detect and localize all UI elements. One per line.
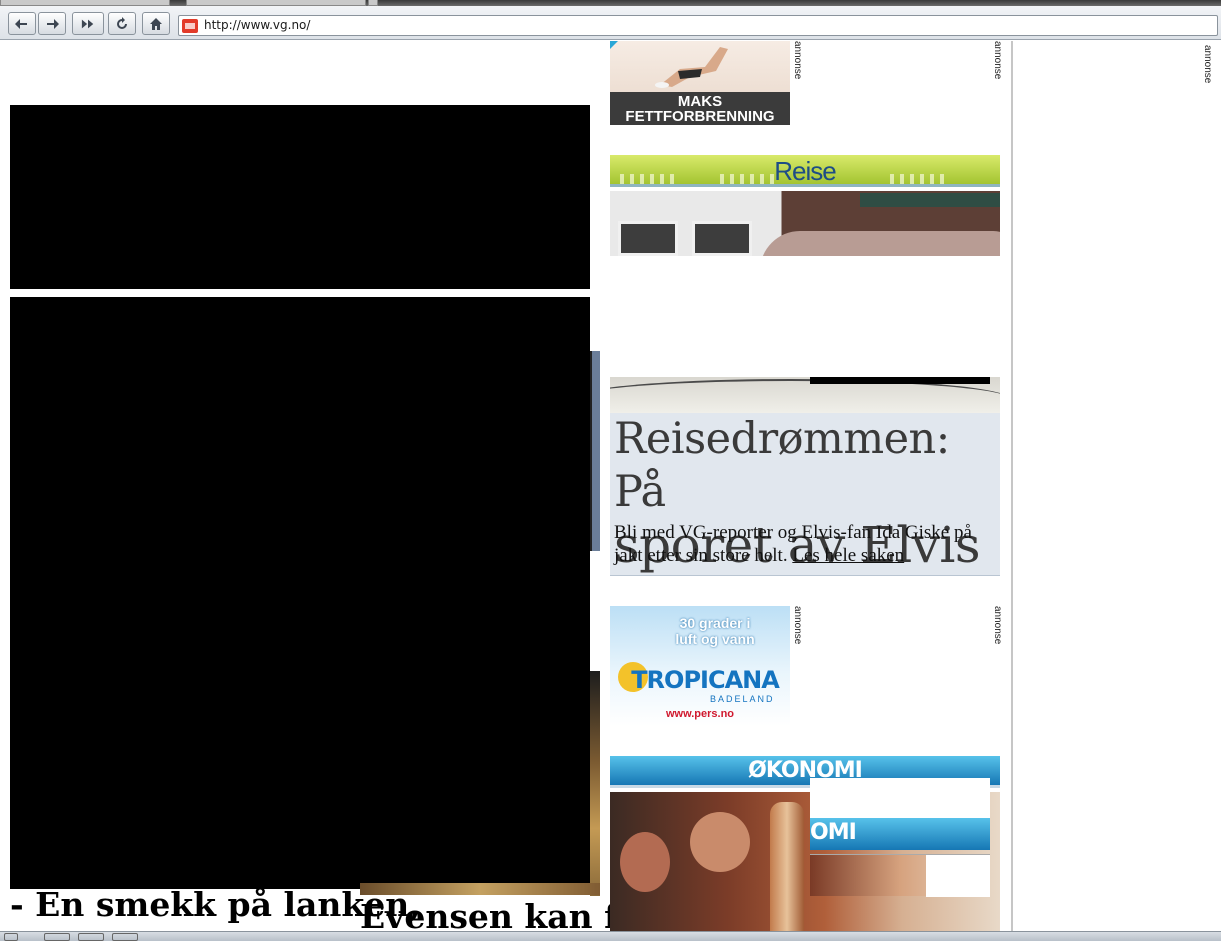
ad-corner-mark: [610, 41, 618, 49]
tropicana-ad[interactable]: 30 grader i luft og vann TROPICANA BADEL…: [610, 606, 790, 726]
address-bar[interactable]: http://www.vg.no/: [178, 15, 1218, 36]
tropicana-ad-url: www.pers.no: [665, 708, 735, 720]
site-favicon-icon: [182, 19, 198, 33]
block-icon[interactable]: [112, 933, 138, 941]
tropicana-ad-headline: 30 grader i luft og vann: [640, 615, 790, 647]
redacted-block-main: [10, 297, 590, 889]
annonse-label: annonse: [992, 606, 1003, 645]
read-more-link[interactable]: Les hele saken: [792, 545, 904, 566]
reise-story-photo[interactable]: [610, 377, 1000, 413]
navigation-toolbar: http://www.vg.no/: [0, 6, 1221, 40]
fitness-ad[interactable]: MAKS FETTFORBRENNING: [610, 41, 790, 125]
article-image-edge: [590, 671, 600, 896]
overlay-blank: [926, 855, 990, 897]
fitness-ad-caption: MAKS FETTFORBRENNING: [610, 92, 790, 125]
article-headline-right[interactable]: Evensen kan få: [360, 897, 640, 931]
photo-person: [690, 812, 750, 872]
reload-icon: [117, 16, 127, 29]
reise-section-banner[interactable]: Reise: [610, 155, 1000, 187]
photo-car-outline: [610, 379, 1000, 413]
photo-bottle: [770, 802, 804, 931]
photo-window: [618, 221, 678, 256]
tropicana-logo: TROPICANA: [631, 666, 780, 694]
annonse-label: annonse: [792, 41, 803, 80]
reise-story-teaser-text: Bli med VG-reporter og Elvis-fan Ida Gis…: [614, 521, 998, 567]
okonomi-photo-fragment: [810, 854, 990, 897]
back-button[interactable]: [8, 12, 36, 35]
photo-car: [760, 231, 1000, 256]
reload-button[interactable]: [108, 12, 136, 35]
okonomi-fragment-title: OMI: [810, 820, 857, 845]
tropicana-headline-line: luft og vann: [675, 631, 755, 647]
annonse-label: annonse: [992, 41, 1003, 80]
okonomi-banner-fragment: OMI: [810, 818, 990, 850]
fitness-caption-line: FETTFORBRENNING: [625, 108, 775, 125]
redacted-block-top: [10, 105, 590, 289]
photo-awning: [860, 193, 1000, 207]
page-content: - En smekk på lanken, Evensen kan få MAK…: [0, 41, 1221, 931]
home-button[interactable]: [142, 12, 170, 35]
fitness-figure-image: [655, 47, 728, 88]
tropicana-headline-line: 30 grader i: [679, 615, 751, 631]
back-icon: [15, 18, 27, 29]
fast-forward-icon: [81, 19, 94, 28]
reise-story-photo[interactable]: [610, 191, 1000, 256]
status-bar: [0, 931, 1221, 941]
photo-window: [692, 221, 752, 256]
photo-person: [620, 832, 670, 892]
overlay-blank: [810, 778, 990, 818]
address-url[interactable]: http://www.vg.no/: [204, 18, 310, 32]
headline-line: Reisedrømmen: På: [614, 414, 950, 517]
column-divider: [1011, 41, 1013, 931]
forward-icon: [47, 18, 59, 29]
settings-icon[interactable]: [44, 933, 70, 941]
annonse-label: annonse: [792, 606, 803, 645]
photo-redaction: [810, 377, 990, 384]
tools-icon[interactable]: [78, 933, 104, 941]
article-image-edge: [590, 351, 600, 551]
home-icon: [150, 17, 162, 30]
annonse-label: annonse: [1202, 45, 1213, 84]
status-panel-icon[interactable]: [4, 933, 18, 941]
forward-button[interactable]: [38, 12, 66, 35]
fitness-caption-line: MAKS: [677, 93, 723, 110]
tropicana-logo-sub: BADELAND: [710, 694, 775, 704]
fast-forward-button[interactable]: [72, 12, 104, 35]
reise-banner-title: Reise: [774, 156, 836, 186]
reise-story-teaser: Reisedrømmen: På sporet av Elvis Bli med…: [610, 413, 1000, 576]
